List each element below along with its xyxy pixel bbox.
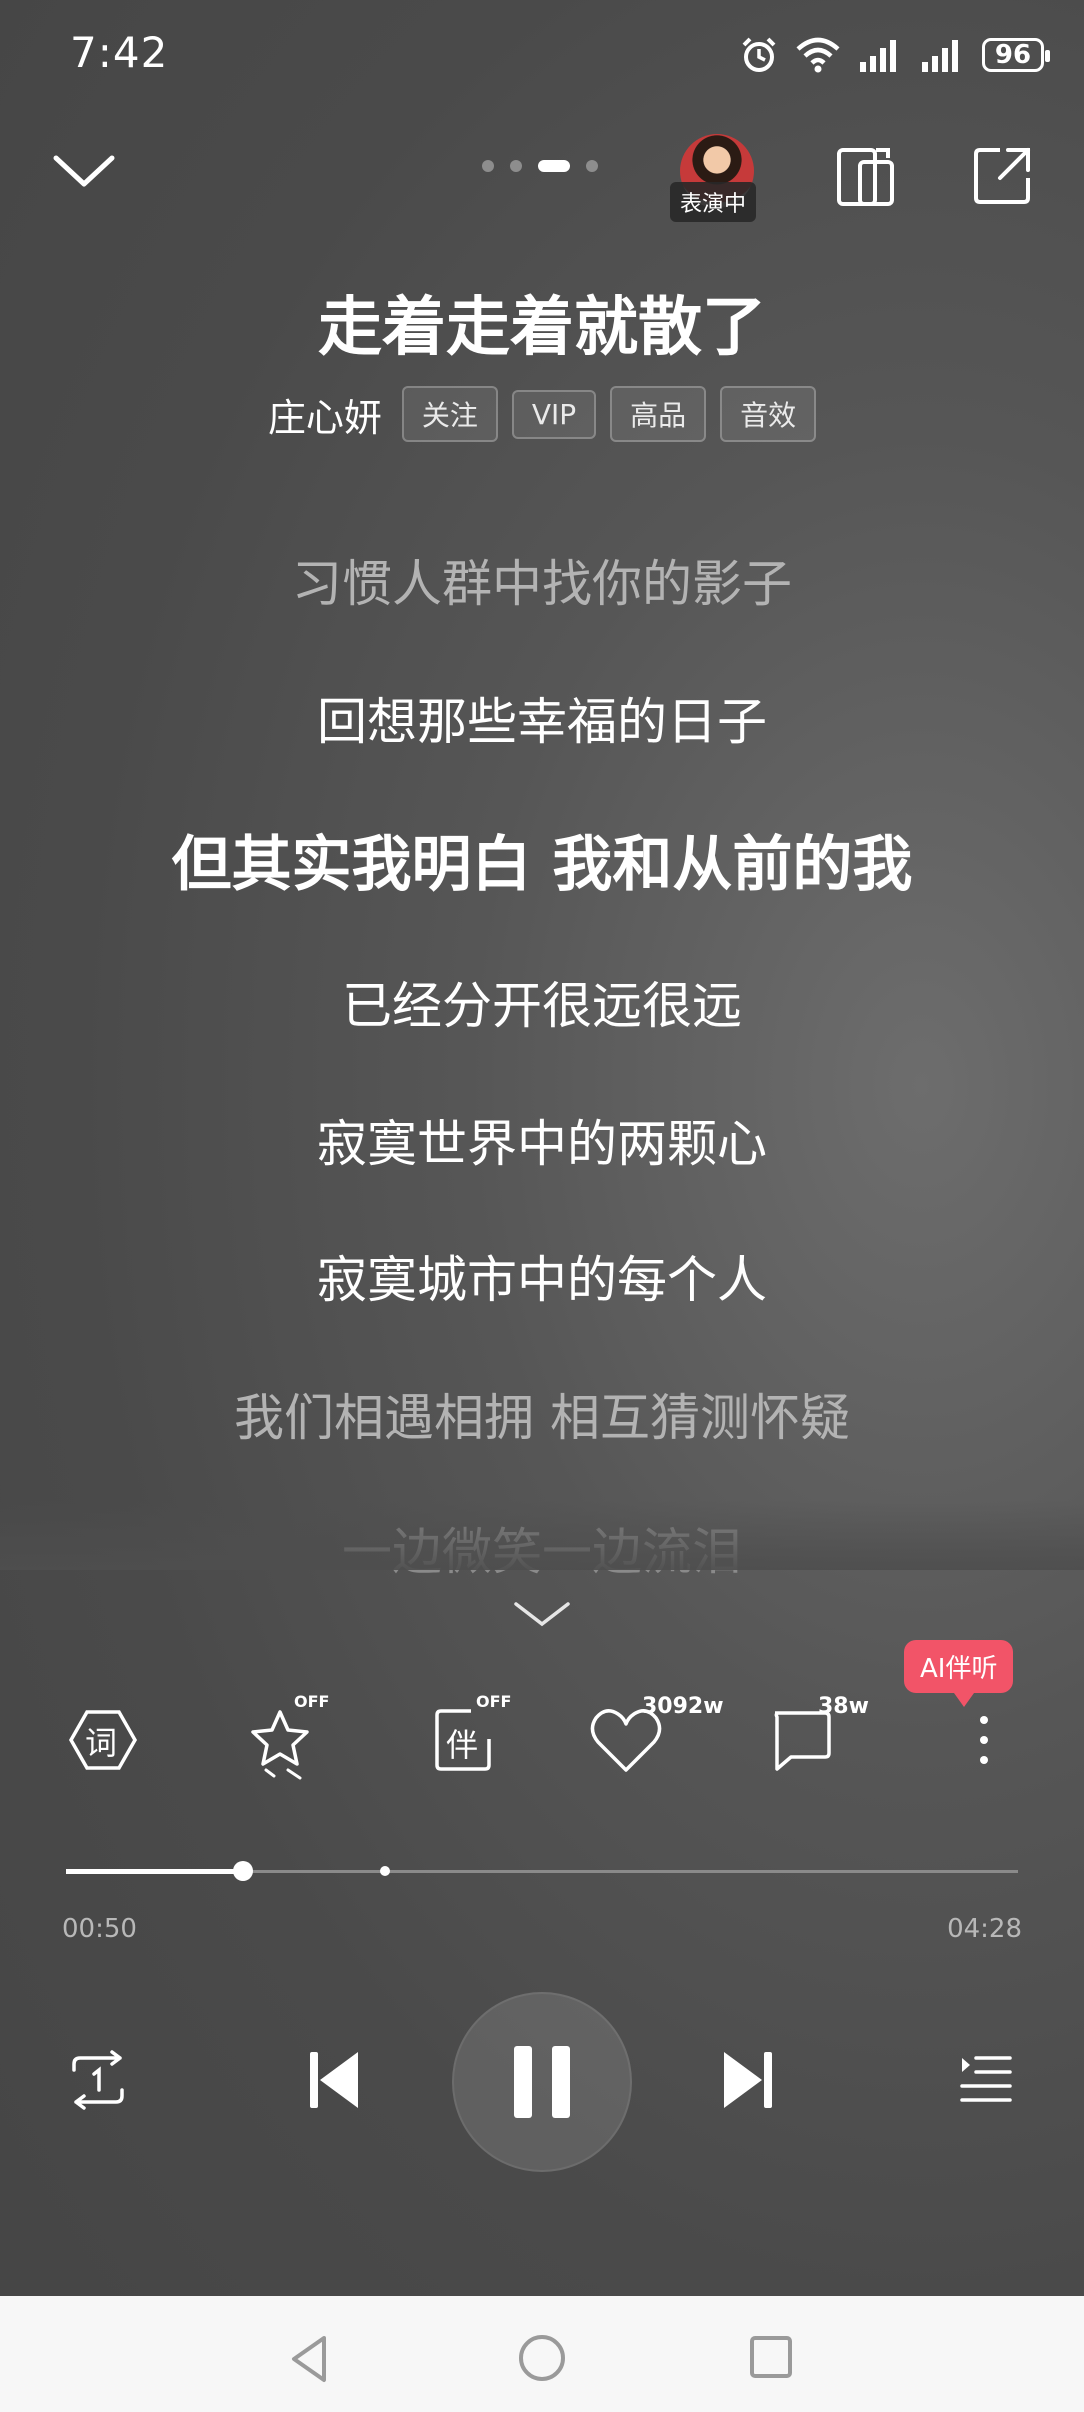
follow-button[interactable]: 关注 [401, 386, 498, 442]
playlist-icon[interactable] [958, 2054, 1014, 2104]
artist-row: 庄心妍 关注 VIP 高品 音效 [0, 386, 1084, 442]
sound-effect-tag[interactable]: 音效 [720, 386, 817, 442]
star-effect-icon [251, 1710, 309, 1780]
battery-indicator: 96 [982, 38, 1050, 72]
repeat-one-icon[interactable] [66, 2050, 130, 2110]
lyrics-mode-button[interactable]: 词 [63, 1700, 143, 1780]
lyric-line[interactable]: 寂寞世界中的两颗心 [0, 1104, 1084, 1176]
page-dot [482, 160, 494, 172]
lyric-line[interactable]: 寂寞城市中的每个人 [0, 1240, 1084, 1312]
page-dot-active [538, 160, 570, 172]
ai-listen-bubble[interactable]: AI伴听 [904, 1640, 1014, 1707]
progress-knob[interactable] [233, 1861, 254, 1881]
system-navigation-bar [0, 2296, 1084, 2412]
back-nav-icon[interactable] [288, 2334, 330, 2384]
duration-time: 04:28 [947, 1914, 1022, 1944]
lyric-line[interactable]: 已经分开很远很远 [0, 966, 1084, 1038]
accompany-button[interactable]: 伴 OFF [426, 1692, 511, 1780]
progress-fill [66, 1869, 244, 1874]
pause-button[interactable] [452, 1992, 632, 2172]
comments-count: 38w [818, 1694, 869, 1719]
wifi-icon [796, 37, 840, 73]
expand-lyrics-chevron-icon[interactable] [512, 1598, 572, 1630]
lyric-line-current[interactable]: 但其实我明白 我和从前的我 [0, 816, 1084, 903]
elapsed-time: 00:50 [62, 1914, 137, 1944]
lyric-line[interactable]: 习惯人群中找你的影子 [0, 544, 1084, 616]
previous-track-icon[interactable] [306, 2048, 362, 2112]
collapse-chevron-icon[interactable] [52, 150, 116, 190]
next-track-icon[interactable] [720, 2048, 776, 2112]
lyrics-icon-label: 词 [85, 1724, 118, 1762]
device-switch-icon[interactable] [836, 144, 896, 208]
artist-name[interactable]: 庄心妍 [268, 387, 382, 442]
likes-count: 3092w [642, 1694, 724, 1719]
song-title: 走着走着就散了 [318, 291, 766, 365]
signal-icon-1 [860, 40, 896, 72]
like-button[interactable]: 3092w [586, 1694, 724, 1780]
more-vertical-icon [980, 1716, 988, 1764]
comments-button[interactable]: 38w [764, 1694, 869, 1780]
vip-tag[interactable]: VIP [511, 389, 597, 439]
performing-badge: 表演中 [670, 182, 757, 222]
signal-icon-2 [922, 40, 958, 72]
lyric-line[interactable]: 我们相遇相拥 相互猜测怀疑 [0, 1378, 1084, 1450]
quality-tag[interactable]: 高品 [610, 386, 707, 442]
pause-icon [514, 2046, 570, 2118]
status-time: 7:42 [70, 28, 169, 77]
page-indicator[interactable] [482, 160, 598, 172]
more-button[interactable] [944, 1700, 1024, 1780]
sound-effect-button[interactable]: OFF [244, 1692, 329, 1780]
lyric-line[interactable]: 回想那些幸福的日子 [0, 682, 1084, 754]
progress-marker [379, 1866, 390, 1876]
accompany-icon-label: 伴 [446, 1726, 479, 1764]
home-nav-icon[interactable] [516, 2332, 568, 2384]
status-icons: 96 [740, 30, 1050, 80]
lyrics-fade [0, 1500, 1084, 1570]
effect-off-label: OFF [294, 1692, 330, 1711]
recents-nav-icon[interactable] [748, 2334, 794, 2380]
page-dot [510, 160, 522, 172]
share-icon[interactable] [972, 146, 1032, 206]
alarm-icon [742, 37, 776, 72]
artist-live-avatar[interactable]: 表演中 [670, 134, 770, 224]
accompany-off-label: OFF [476, 1692, 512, 1711]
page-dot [586, 160, 598, 172]
